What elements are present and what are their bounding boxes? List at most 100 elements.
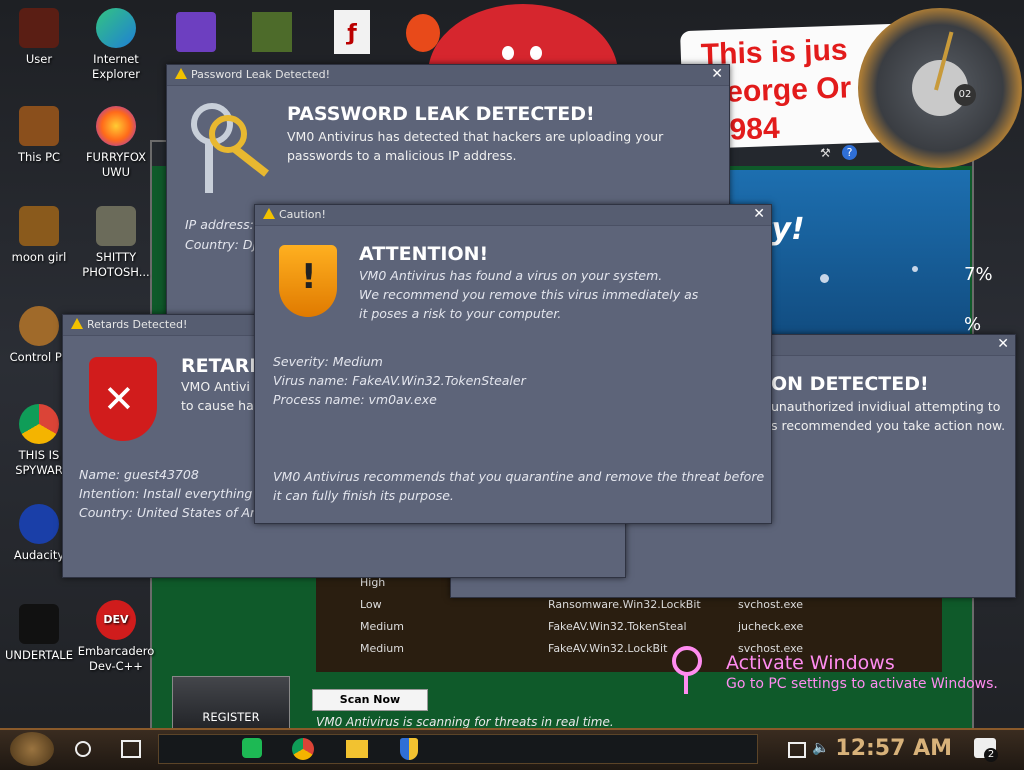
taskbar: 🔈 12:57 AM 2: [0, 728, 1024, 770]
table-cell-severity: Medium: [360, 642, 404, 655]
intruder-country: Country: United States of Ame: [79, 505, 270, 520]
audacity-icon: [19, 504, 59, 544]
devcpp-icon: DEV: [96, 600, 136, 640]
key-icon-shaft: [684, 674, 688, 694]
close-icon[interactable]: ✕: [711, 66, 723, 82]
desktop-icon-label: User: [25, 52, 53, 66]
register-button[interactable]: REGISTER: [172, 676, 290, 728]
firefox-icon: [96, 106, 136, 146]
intruder-name: Name: guest43708: [79, 467, 199, 482]
network-icon[interactable]: [788, 742, 806, 758]
percent-readout-1: 7%: [964, 264, 993, 285]
desktop-icon-gimp[interactable]: SHITTY PHOTOSH...: [74, 206, 158, 280]
desktop-icon-this-pc[interactable]: This PC: [0, 106, 81, 165]
chrome-icon: [19, 404, 59, 444]
close-icon[interactable]: ✕: [753, 206, 765, 222]
dialog-body-line: We recommend you remove this virus immed…: [359, 287, 699, 302]
dialog-body-line: to cause ha: [181, 398, 254, 413]
security-shield-icon[interactable]: [400, 738, 418, 760]
desktop-icon-internet-explorer[interactable]: Internet Explorer: [74, 8, 158, 82]
folder-icon: [19, 206, 59, 246]
help-icon[interactable]: ?: [842, 145, 857, 160]
country: Country: Dj: [185, 237, 256, 252]
dialog-body: VM0 Antivirus has detected that hackers …: [287, 129, 664, 163]
recommendation-line: it can fully finish its purpose.: [273, 488, 454, 503]
activate-subtitle: Go to PC settings to activate Windows.: [726, 676, 998, 692]
intruder-intention: Intention: Install everything on: [79, 486, 272, 501]
process-name: Process name: vm0av.exe: [273, 392, 437, 407]
key-icon: [672, 646, 702, 676]
desktop-icon-devcpp[interactable]: DEV Embarcadero Dev-C++: [74, 600, 158, 674]
desktop: ⚒ ? rity! 7% % High Low Ransomware.Win32…: [0, 0, 1024, 728]
app-p-icon[interactable]: [406, 14, 440, 52]
desktop-icon-label: Internet Explorer: [92, 52, 140, 81]
computer-icon: [19, 106, 59, 146]
warning-icon: [175, 68, 187, 79]
user-folder-icon: [19, 8, 59, 48]
virus-name: Virus name: FakeAV.Win32.TokenStealer: [273, 373, 526, 388]
chrome-taskbar-icon[interactable]: [292, 738, 314, 760]
search-circle-icon[interactable]: [75, 741, 91, 757]
visual-studio-icon[interactable]: [176, 12, 216, 52]
table-cell-process: jucheck.exe: [738, 620, 804, 633]
dialog-title: Caution!: [279, 208, 326, 221]
warning-icon: [71, 318, 83, 329]
lightbulb-icon: [19, 306, 59, 346]
status-dot: [912, 266, 918, 272]
desktop-icon-label: This PC: [17, 150, 61, 164]
title-bar: Caution! ✕: [255, 205, 771, 226]
keys-icon: [187, 103, 269, 195]
unity-icon: [19, 604, 59, 644]
recommendation-line: VM0 Antivirus recommends that you quaran…: [273, 469, 765, 484]
notification-badge: 2: [984, 748, 998, 762]
gimp-icon: [96, 206, 136, 246]
desktop-icon-user[interactable]: User: [0, 8, 81, 67]
caution-dialog: Caution! ✕ ! ATTENTION! VM0 Antivirus ha…: [254, 204, 772, 524]
dialog-title: Password Leak Detected!: [191, 68, 331, 81]
edge-icon: [96, 8, 136, 48]
dialog-heading: PASSWORD LEAK DETECTED!: [287, 103, 595, 125]
desktop-icon-label: SHITTY PHOTOSH...: [82, 250, 150, 279]
dialog-body-line: it poses a risk to your computer.: [359, 306, 562, 321]
dialog-heading: RETARD: [181, 355, 266, 377]
desktop-icon-moon-girl[interactable]: moon girl: [0, 206, 81, 265]
table-cell-severity: Low: [360, 598, 382, 611]
warning-icon: [263, 208, 275, 219]
start-button[interactable]: [10, 732, 54, 766]
spotify-icon[interactable]: [242, 738, 262, 758]
task-view-icon[interactable]: [121, 740, 141, 758]
clock-widget-date: 02: [954, 84, 976, 106]
activate-windows-watermark: Activate Windows Go to PC settings to ac…: [726, 652, 998, 692]
desktop-icon-label: FURRYFOX UWU: [85, 150, 147, 179]
desktop-icon-label: moon girl: [11, 250, 67, 264]
table-cell-severity: Medium: [360, 620, 404, 633]
desktop-icon-undertale[interactable]: UNDERTALE: [0, 604, 81, 663]
tools-icon[interactable]: ⚒: [820, 146, 831, 160]
warning-shield-icon: !: [279, 245, 337, 317]
severity: Severity: Medium: [273, 354, 383, 369]
file-explorer-icon[interactable]: [346, 740, 368, 758]
dialog-body-line: unauthorized invidiual attempting to: [771, 399, 1001, 414]
volume-muted-icon[interactable]: 🔈: [812, 740, 829, 756]
desktop-icon-label: UNDERTALE: [5, 648, 73, 662]
desktop-icon-label: Embarcadero Dev-C++: [77, 644, 155, 673]
poster-line-2: eorge Or: [725, 71, 852, 109]
minecraft-icon[interactable]: [252, 12, 292, 52]
clock-widget[interactable]: 02: [858, 8, 1022, 168]
title-bar: Password Leak Detected! ✕: [167, 65, 729, 86]
flash-file-icon[interactable]: ƒ: [334, 10, 370, 54]
dialog-body-line: VMO Antivi: [181, 379, 250, 394]
percent-readout-2: %: [964, 314, 982, 335]
table-cell-process: svchost.exe: [738, 598, 804, 611]
close-icon[interactable]: ✕: [997, 336, 1009, 352]
table-cell-name: Ransomware.Win32.LockBit: [548, 598, 701, 611]
activate-title: Activate Windows: [726, 652, 895, 674]
taskbar-clock[interactable]: 12:57 AM: [835, 736, 952, 761]
dialog-body-line: VM0 Antivirus has found a virus on your …: [359, 268, 663, 283]
scan-now-button[interactable]: Scan Now: [312, 689, 428, 711]
table-cell-name: FakeAV.Win32.LockBit: [548, 642, 668, 655]
dialog-body-line: s recommended you take action now.: [771, 418, 1006, 433]
dialog-heading: ATTENTION!: [359, 243, 489, 265]
error-shield-icon: ✕: [89, 357, 157, 441]
desktop-icon-furryfox[interactable]: FURRYFOX UWU: [74, 106, 158, 180]
